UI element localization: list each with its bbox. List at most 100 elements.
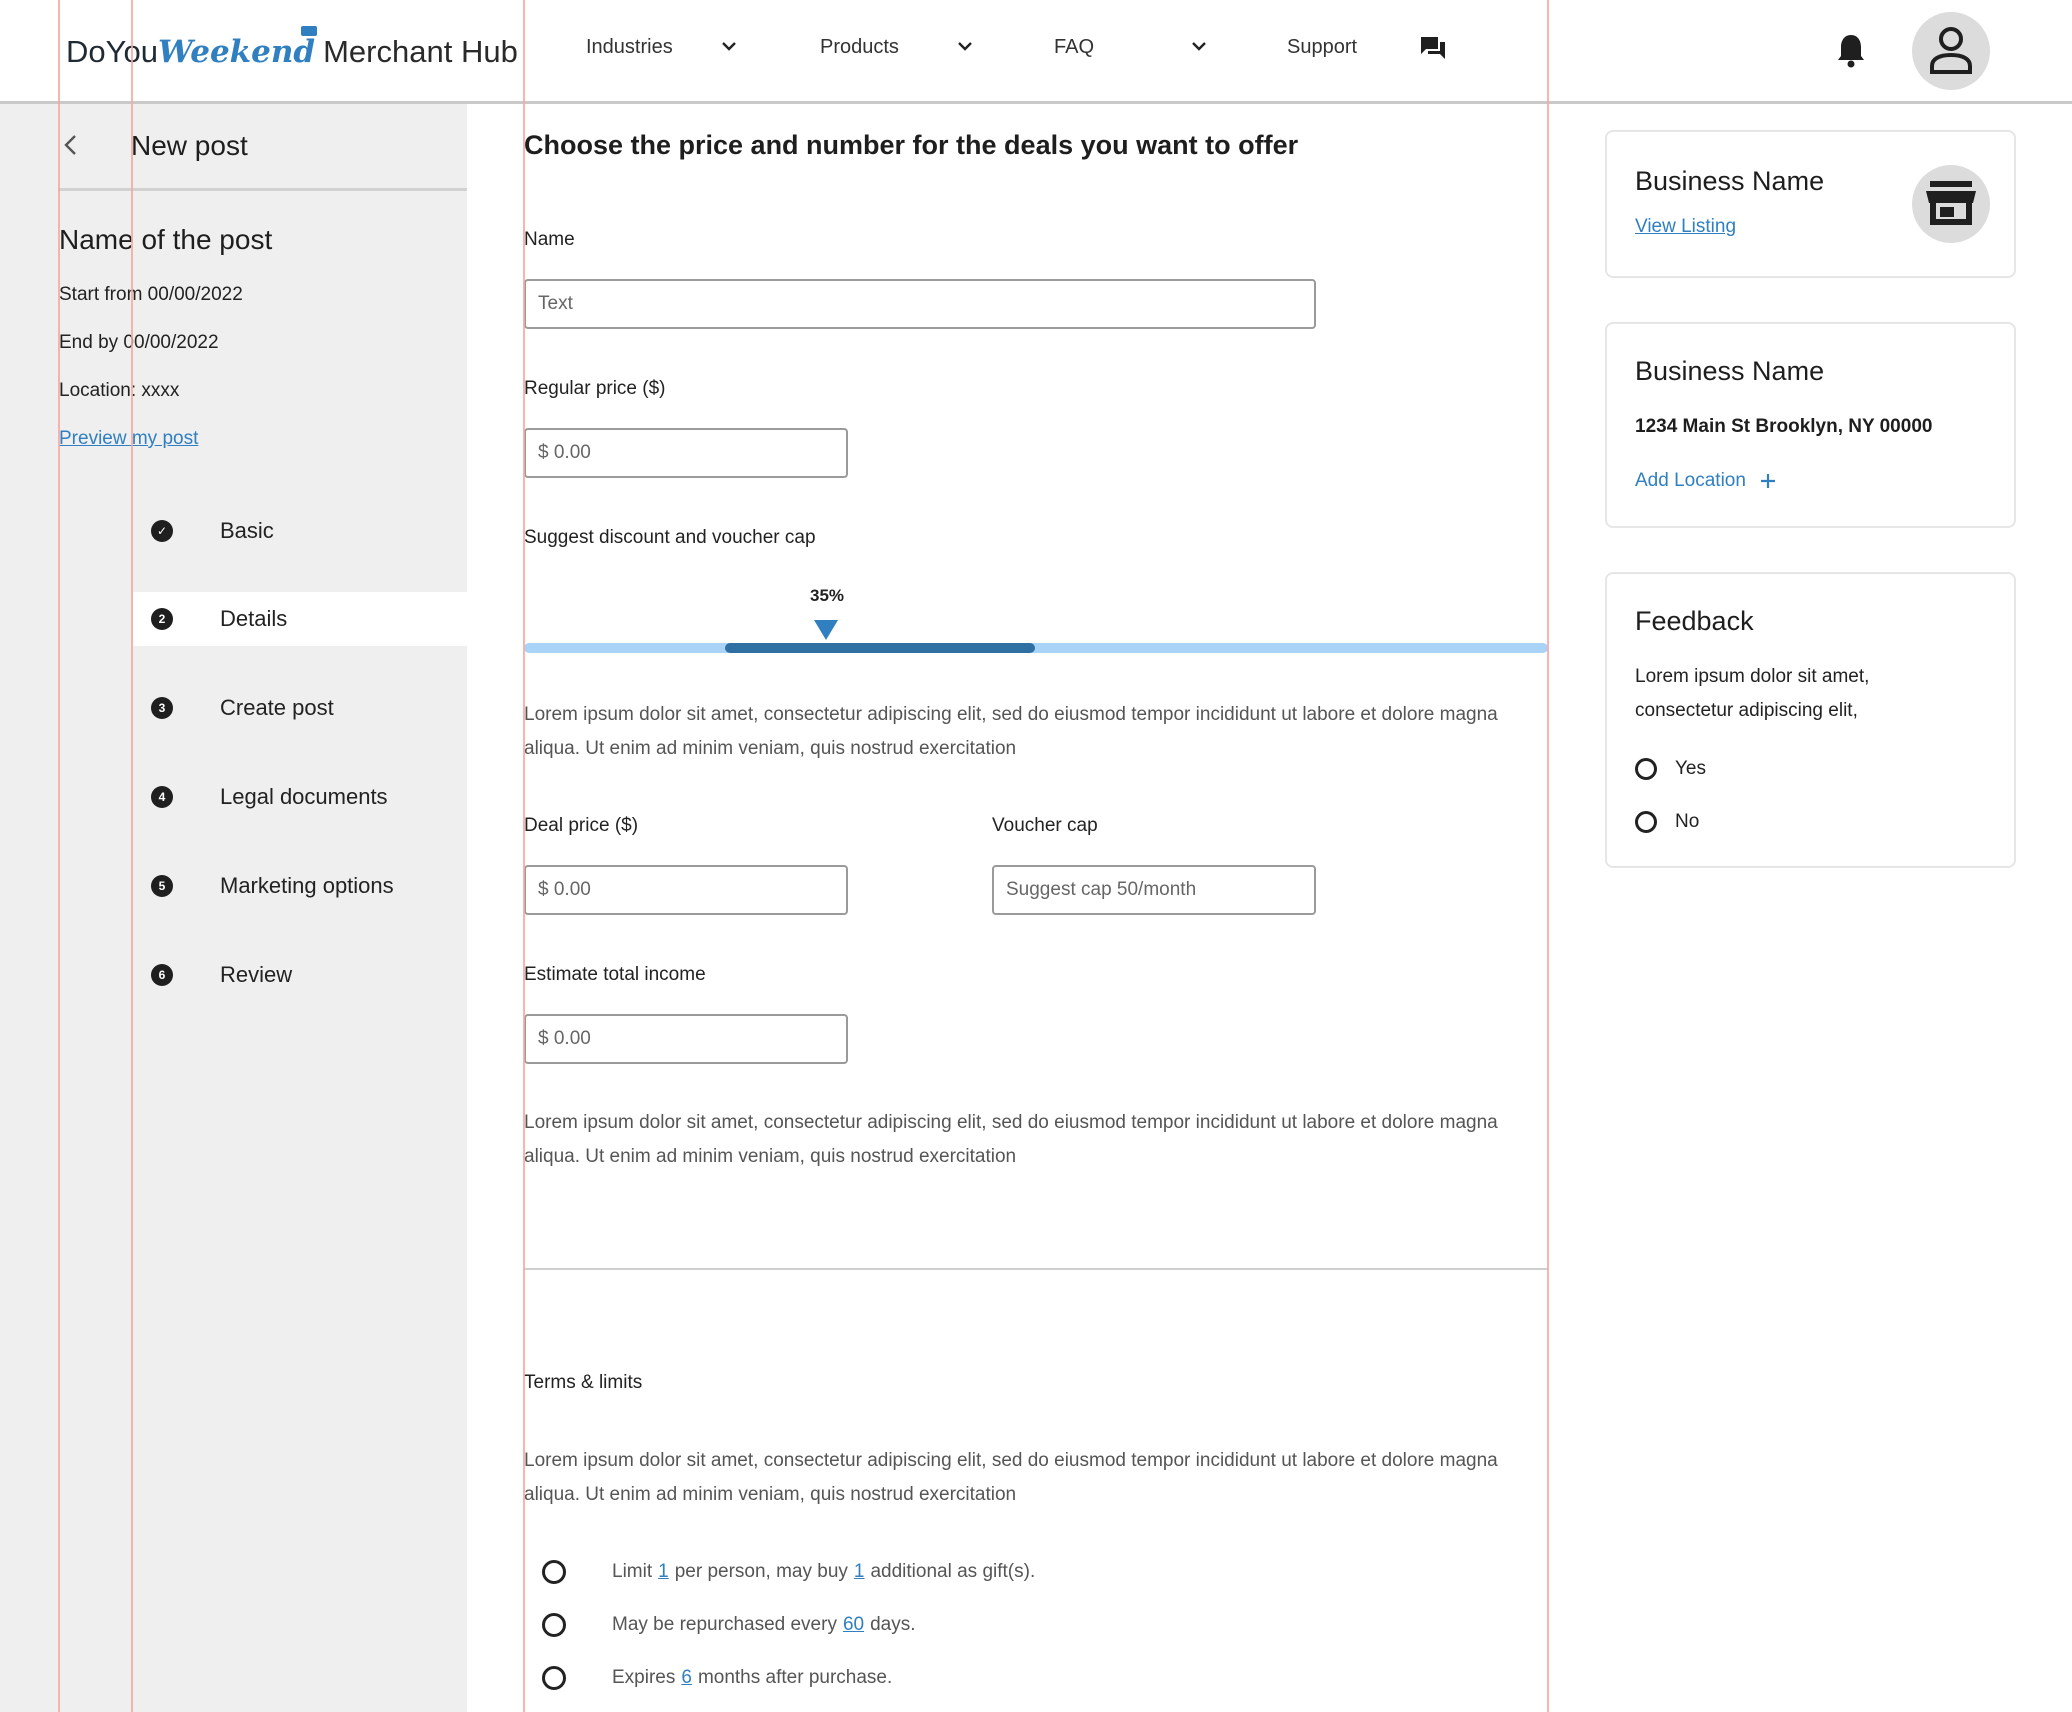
discount-slider-thumb[interactable]	[814, 620, 838, 640]
chevron-down-icon[interactable]	[721, 38, 737, 54]
logo-part2-text: Weekend	[157, 34, 316, 70]
chevron-left-icon[interactable]	[60, 134, 82, 156]
page-title: Choose the price and number for the deal…	[524, 130, 1299, 160]
estimate-income-label: Estimate total income	[524, 964, 706, 985]
nav-support[interactable]: Support	[1287, 36, 1357, 59]
chevron-down-icon[interactable]	[1191, 38, 1207, 54]
term-value-link[interactable]: 1	[658, 1561, 669, 1582]
nav-products[interactable]: Products	[820, 36, 899, 59]
sidebar-title: New post	[131, 130, 248, 161]
layout-guide-line	[58, 0, 60, 1712]
step-details[interactable]: 2 Details	[133, 592, 467, 646]
store-icon	[1926, 181, 1976, 225]
regular-price-input[interactable]	[524, 428, 848, 478]
business-name: Business Name	[1635, 166, 1825, 196]
feedback-yes-label: Yes	[1675, 758, 1706, 779]
chevron-down-icon[interactable]	[957, 38, 973, 54]
post-location: Location: xxxx	[59, 380, 180, 401]
discount-value: 35%	[810, 586, 845, 605]
description-paragraph-2: Lorem ipsum dolor sit amet, consectetur …	[524, 1112, 1498, 1167]
feedback-title: Feedback	[1635, 606, 1754, 636]
term-radio[interactable]	[542, 1560, 566, 1584]
discount-slider-track[interactable]	[524, 643, 1548, 653]
feedback-no-label: No	[1675, 811, 1700, 832]
term-text: Limit 1 per person, may buy 1 additional as …	[612, 1561, 1035, 1583]
logo-part2: Weekend	[157, 26, 318, 70]
step-number: 4	[151, 786, 173, 808]
voucher-cap-input[interactable]	[992, 865, 1316, 915]
term-value-link[interactable]: 6	[681, 1667, 692, 1688]
feedback-text-line2: consectetur adipiscing elit,	[1635, 700, 1858, 721]
step-label: Details	[220, 606, 288, 631]
step-basic[interactable]: ✓ Basic	[133, 504, 467, 558]
feedback-text-line1: Lorem ipsum dolor sit amet,	[1635, 666, 1870, 687]
terms-title: Terms & limits	[524, 1372, 643, 1393]
briefcase-icon	[301, 26, 318, 36]
term-text-part: May be repurchased every	[612, 1614, 837, 1635]
step-number: 2	[151, 608, 173, 630]
feedback-no-radio[interactable]	[1635, 811, 1657, 833]
term-text-part: months after purchase.	[697, 1667, 893, 1688]
term-text-part: additional as gift(s).	[870, 1561, 1036, 1582]
store-icon-wrapper	[1912, 165, 1990, 243]
term-text-part: per person, may buy	[674, 1561, 848, 1582]
regular-price-label: Regular price ($)	[524, 378, 666, 399]
step-create-post[interactable]: 3 Create post	[133, 681, 467, 735]
term-radio[interactable]	[542, 1666, 566, 1690]
feedback-card: Feedback Lorem ipsum dolor sit amet, con…	[1605, 572, 2016, 868]
add-location-button[interactable]: Add Location	[1635, 470, 1777, 492]
deal-price-label: Deal price ($)	[524, 815, 639, 836]
step-number: 3	[151, 697, 173, 719]
step-label: Basic	[220, 518, 274, 543]
post-end-date: End by 00/00/2022	[59, 332, 219, 353]
step-marketing-options[interactable]: 5 Marketing options	[133, 859, 467, 913]
term-text: Expires 6 months after purchase.	[612, 1667, 892, 1689]
layout-guide-line	[131, 0, 133, 1712]
location-card: Business Name 1234 Main St Brooklyn, NY …	[1605, 322, 2016, 528]
user-icon	[1930, 27, 1972, 74]
term-value-link[interactable]: 1	[854, 1561, 865, 1582]
layout-guide-line	[523, 0, 525, 1712]
voucher-cap-label: Voucher cap	[992, 815, 1098, 836]
name-label: Name	[524, 229, 575, 250]
check-icon: ✓	[151, 520, 173, 542]
term-radio[interactable]	[542, 1613, 566, 1637]
feedback-yes-radio[interactable]	[1635, 758, 1657, 780]
step-number: 5	[151, 875, 173, 897]
layout-guide-line	[1547, 0, 1549, 1712]
logo[interactable]: DoYouWeekend Merchant Hub	[66, 26, 518, 70]
sidebar-divider	[58, 188, 467, 191]
post-name: Name of the post	[59, 224, 273, 255]
view-listing-link[interactable]: View Listing	[1635, 216, 1736, 238]
preview-post-link[interactable]: Preview my post	[59, 428, 198, 450]
nav-faq[interactable]: FAQ	[1054, 36, 1094, 59]
plus-icon	[1761, 473, 1776, 488]
business-name: Business Name	[1635, 356, 1825, 386]
discount-label: Suggest discount and voucher cap	[524, 527, 816, 548]
step-label: Review	[220, 962, 293, 987]
step-legal-documents[interactable]: 4 Legal documents	[133, 770, 467, 824]
step-number: 6	[151, 964, 173, 986]
term-text: May be repurchased every 60 days.	[612, 1614, 916, 1636]
deal-price-input[interactable]	[524, 865, 848, 915]
post-start-date: Start from 00/00/2022	[59, 284, 243, 305]
business-address: 1234 Main St Brooklyn, NY 00000	[1635, 416, 1933, 437]
estimate-income-input[interactable]	[524, 1014, 848, 1064]
bell-icon[interactable]	[1836, 32, 1866, 68]
terms-paragraph: Lorem ipsum dolor sit amet, consectetur …	[524, 1450, 1498, 1505]
avatar[interactable]	[1912, 12, 1990, 90]
business-card: Business Name View Listing	[1605, 130, 2016, 278]
description-paragraph-1: Lorem ipsum dolor sit amet, consectetur …	[524, 704, 1498, 759]
nav-industries[interactable]: Industries	[586, 36, 673, 59]
term-value-link[interactable]: 60	[843, 1614, 864, 1635]
term-text-part: Limit	[612, 1561, 653, 1582]
step-label: Marketing options	[220, 873, 394, 898]
discount-slider-fill[interactable]	[725, 643, 1035, 653]
name-input[interactable]	[524, 279, 1316, 329]
step-review[interactable]: 6 Review	[133, 948, 467, 1002]
term-text-part: Expires	[612, 1667, 676, 1688]
add-location-label: Add Location	[1635, 470, 1746, 491]
term-text-part: days.	[870, 1614, 916, 1635]
chat-icon[interactable]	[1420, 36, 1446, 60]
step-label: Create post	[220, 695, 334, 720]
